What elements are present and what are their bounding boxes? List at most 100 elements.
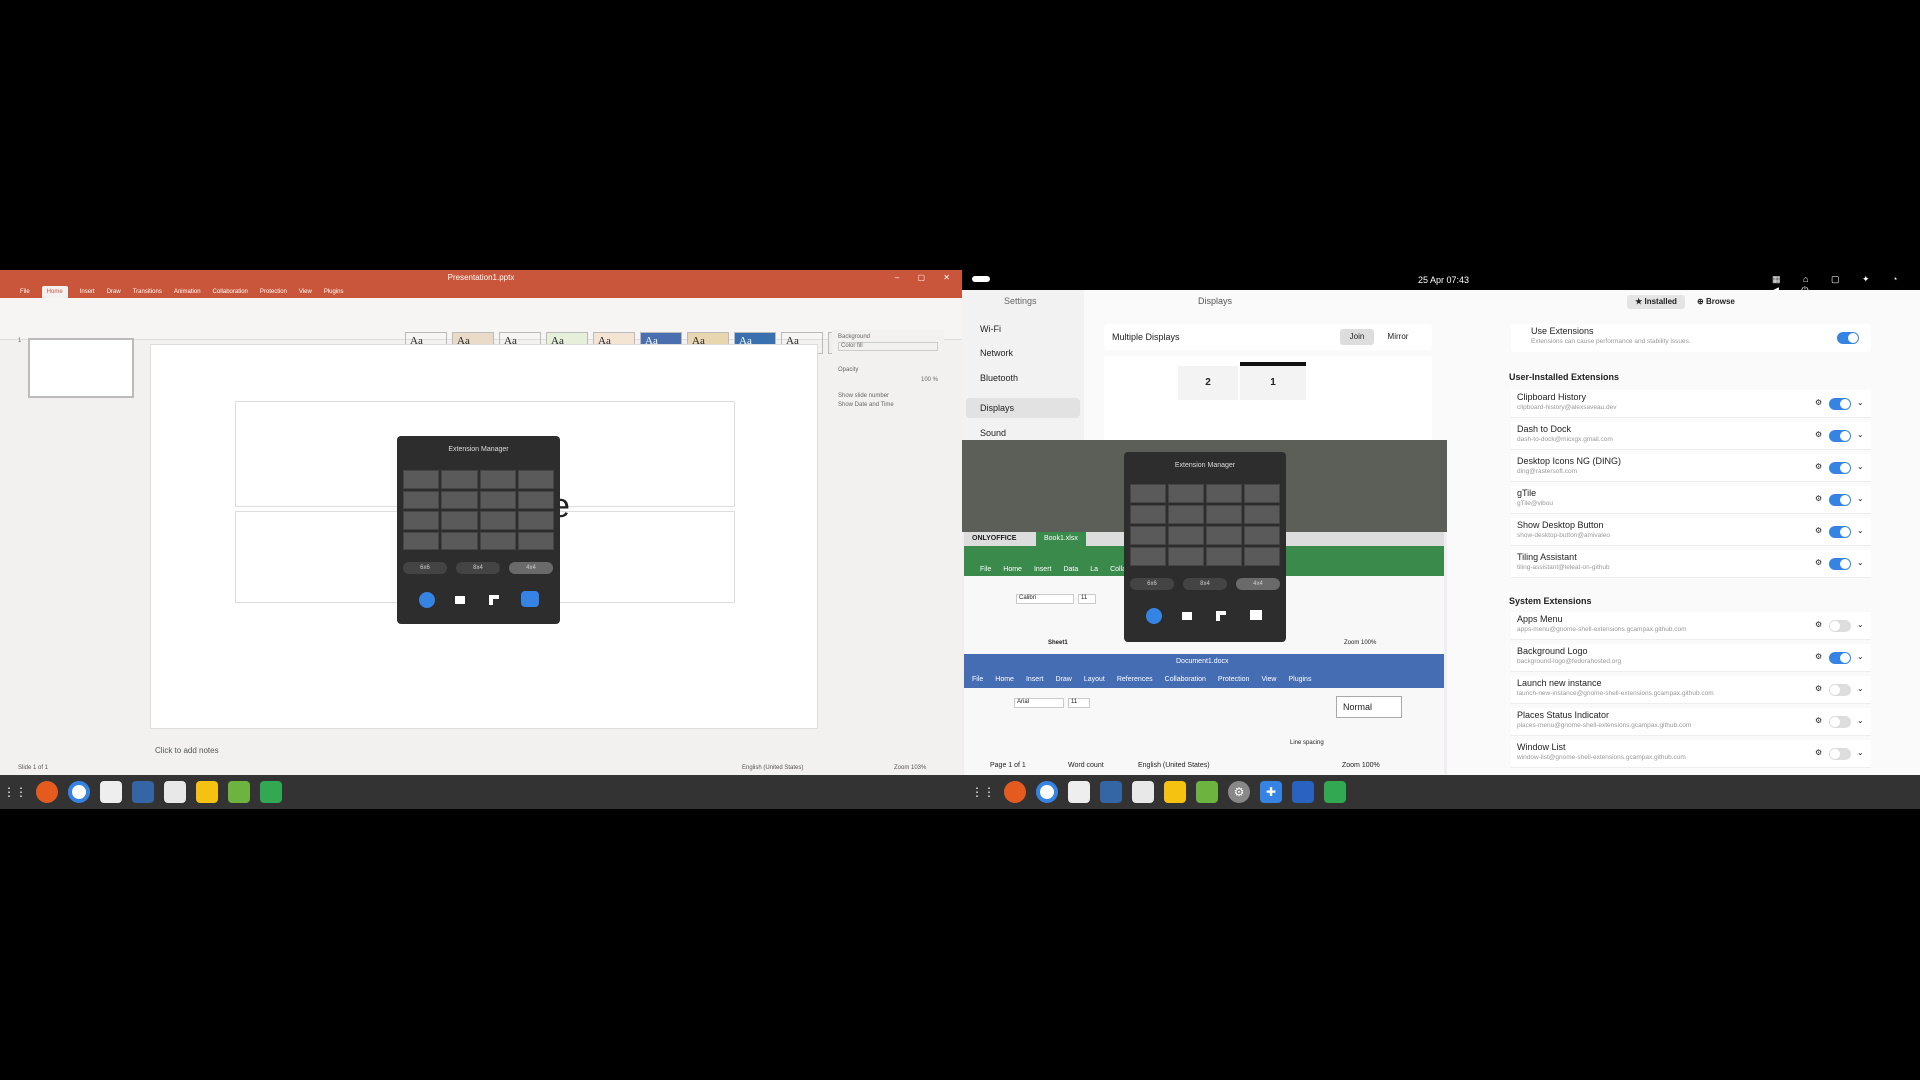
extension-toggle[interactable]: [1829, 716, 1851, 728]
autotile-icon[interactable]: [1146, 608, 1162, 624]
doc-menu-tab[interactable]: Collaboration: [1165, 676, 1206, 683]
chevron-down-icon[interactable]: ⌄: [1857, 430, 1864, 439]
software-icon[interactable]: [164, 781, 186, 803]
grid-tile-icon[interactable]: [1250, 610, 1262, 620]
sheet-menu-tab[interactable]: Home: [1003, 566, 1022, 573]
doc-menu-tab[interactable]: Protection: [1218, 676, 1250, 683]
settings-gear-icon[interactable]: ⚙: [1228, 781, 1250, 803]
text-editor-icon[interactable]: [1164, 781, 1186, 803]
extension-toggle[interactable]: [1829, 494, 1851, 506]
language-status[interactable]: English (United States): [742, 765, 803, 771]
installed-tab[interactable]: ★ Installed: [1627, 295, 1685, 309]
activities-icon[interactable]: [972, 276, 990, 282]
chevron-down-icon[interactable]: ⌄: [1857, 558, 1864, 567]
join-button[interactable]: Join: [1340, 329, 1374, 345]
show-slide-number[interactable]: Show slide number: [838, 393, 938, 399]
gear-icon[interactable]: ⚙: [1815, 558, 1822, 567]
trash-icon[interactable]: [1324, 781, 1346, 803]
sheet-zoom[interactable]: Zoom 100%: [1344, 640, 1376, 646]
chevron-down-icon[interactable]: ⌄: [1857, 716, 1864, 725]
chevron-down-icon[interactable]: ⌄: [1857, 748, 1864, 757]
extension-toggle[interactable]: [1829, 398, 1851, 410]
clock[interactable]: 25 Apr 07:43: [1418, 275, 1469, 285]
mirror-button[interactable]: Mirror: [1378, 329, 1418, 345]
preset-8x4[interactable]: 8x4: [1183, 578, 1227, 590]
chevron-down-icon[interactable]: ⌄: [1857, 462, 1864, 471]
nav-bluetooth[interactable]: Bluetooth: [980, 373, 1018, 383]
layers-icon[interactable]: [1196, 781, 1218, 803]
window-controls[interactable]: – ▢ ✕: [895, 270, 958, 286]
sheet-font-select[interactable]: Calibri: [1016, 594, 1074, 604]
chevron-down-icon[interactable]: ⌄: [1857, 620, 1864, 629]
chromium-icon[interactable]: [1036, 781, 1058, 803]
document-icon[interactable]: [1100, 781, 1122, 803]
autotile-icon[interactable]: [419, 592, 435, 608]
gear-icon[interactable]: ⚙: [1815, 462, 1822, 471]
chevron-down-icon[interactable]: ⌄: [1857, 494, 1864, 503]
doc-menu-tab[interactable]: File: [972, 676, 983, 683]
sheet-size-select[interactable]: 11: [1078, 594, 1096, 604]
use-extensions-toggle[interactable]: [1837, 332, 1859, 344]
ribbon-tab[interactable]: View: [299, 286, 312, 298]
zoom-status[interactable]: Zoom 103%: [894, 765, 926, 771]
files-icon[interactable]: [1068, 781, 1090, 803]
doc-menu-tab[interactable]: Plugins: [1288, 676, 1311, 683]
sheet-menu-tab[interactable]: La: [1090, 566, 1098, 573]
chromium-icon[interactable]: [68, 781, 90, 803]
ribbon-tab[interactable]: Plugins: [324, 286, 344, 298]
doc-menu-tab[interactable]: Draw: [1055, 676, 1071, 683]
sheet-menu-tab[interactable]: Data: [1063, 566, 1078, 573]
doc-menu-tab[interactable]: Insert: [1026, 676, 1044, 683]
apps-grid-icon[interactable]: ⋮⋮: [971, 781, 995, 803]
doc-menu-tab[interactable]: Home: [995, 676, 1014, 683]
gear-icon[interactable]: ⚙: [1815, 620, 1822, 629]
doc-language[interactable]: English (United States): [1138, 762, 1210, 769]
background-select[interactable]: Color fill: [838, 342, 938, 351]
style-select[interactable]: Normal: [1336, 696, 1402, 718]
browse-tab[interactable]: ⊕ Browse: [1697, 295, 1735, 309]
notes-placeholder[interactable]: Click to add notes: [155, 746, 219, 755]
preset-6x6[interactable]: 6x6: [403, 562, 447, 574]
gear-icon[interactable]: ⚙: [1815, 494, 1822, 503]
ribbon-tab[interactable]: Draw: [107, 286, 121, 298]
gear-icon[interactable]: ⚙: [1815, 748, 1822, 757]
gear-icon[interactable]: ⚙: [1815, 526, 1822, 535]
main-tile-icon[interactable]: [455, 596, 465, 604]
preset-4x4[interactable]: 4x4: [1236, 578, 1280, 590]
doc-menu-tab[interactable]: References: [1117, 676, 1153, 683]
preset-4x4[interactable]: 4x4: [509, 562, 553, 574]
sheet-file-tab[interactable]: Book1.xlsx: [1036, 532, 1086, 546]
extension-toggle[interactable]: [1829, 748, 1851, 760]
opacity-value[interactable]: 100 %: [838, 377, 938, 383]
software-icon[interactable]: [1132, 781, 1154, 803]
gear-icon[interactable]: ⚙: [1815, 684, 1822, 693]
doc-size-select[interactable]: 11: [1068, 698, 1090, 708]
apps-grid-icon[interactable]: ⋮⋮: [3, 781, 27, 803]
line-spacing[interactable]: Line spacing: [1290, 740, 1324, 746]
ribbon-tab[interactable]: Protection: [260, 286, 287, 298]
ribbon-tab[interactable]: File: [20, 286, 30, 298]
ribbon-tab[interactable]: Home: [41, 286, 68, 298]
vscode-icon[interactable]: [1292, 781, 1314, 803]
trash-icon[interactable]: [260, 781, 282, 803]
text-editor-icon[interactable]: [196, 781, 218, 803]
gear-icon[interactable]: ⚙: [1815, 430, 1822, 439]
nav-wifi[interactable]: Wi-Fi: [980, 324, 1001, 334]
doc-zoom[interactable]: Zoom 100%: [1342, 762, 1380, 769]
chevron-down-icon[interactable]: ⌄: [1857, 398, 1864, 407]
chevron-down-icon[interactable]: ⌄: [1857, 652, 1864, 661]
monitor-1[interactable]: 1: [1240, 362, 1306, 400]
extension-toggle[interactable]: [1829, 430, 1851, 442]
extension-toggle[interactable]: [1829, 558, 1851, 570]
tile-grid[interactable]: [403, 470, 554, 550]
col-tile-icon[interactable]: [1216, 611, 1226, 621]
col-tile-icon[interactable]: [489, 595, 499, 605]
extension-toggle[interactable]: [1829, 684, 1851, 696]
slide-thumbnail[interactable]: [28, 338, 134, 398]
firefox-icon[interactable]: [1004, 781, 1026, 803]
sheet-tab[interactable]: Sheet1: [1048, 640, 1068, 646]
doc-menu-tab[interactable]: View: [1261, 676, 1276, 683]
ribbon-tab[interactable]: Collaboration: [213, 286, 248, 298]
monitor-2[interactable]: 2: [1178, 366, 1238, 400]
main-tile-icon[interactable]: [1182, 612, 1192, 620]
